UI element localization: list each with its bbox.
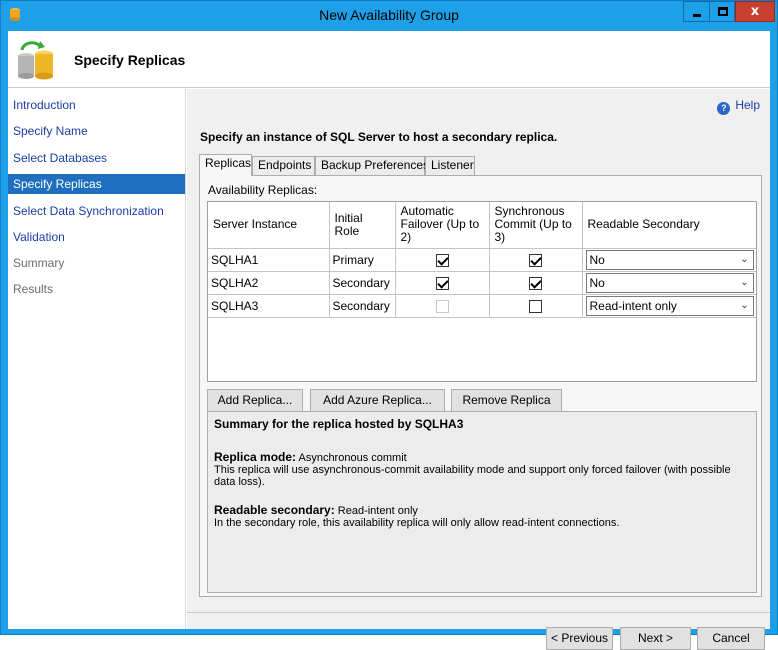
tab-listener[interactable]: Listener xyxy=(425,156,475,175)
sidebar-item-select-databases[interactable]: Select Databases xyxy=(8,148,185,168)
sidebar-item-introduction[interactable]: Introduction xyxy=(8,95,185,115)
readable-secondary-dropdown[interactable]: Read-intent only ⌄ xyxy=(585,295,754,316)
synchronous-commit-checkbox[interactable] xyxy=(529,299,542,313)
remove-replica-button[interactable]: Remove Replica xyxy=(451,389,562,412)
window-title: New Availability Group xyxy=(319,7,459,23)
readable-secondary-value: Read-intent only xyxy=(589,298,677,313)
wizard-main-panel: ? Help Specify an instance of SQL Server … xyxy=(187,89,770,650)
instruction-text: Specify an instance of SQL Server to hos… xyxy=(200,130,558,144)
readable-secondary-description: In the secondary role, this availability… xyxy=(214,517,620,529)
readable-secondary-dropdown[interactable]: No ⌄ xyxy=(585,249,754,270)
server-instance-cell: SQLHA2 xyxy=(208,271,330,295)
sidebar-item-summary: Summary xyxy=(13,256,65,270)
column-header-synchronous-commit[interactable]: Synchronous Commit (Up to 3) xyxy=(489,202,583,249)
wizard-header: Specify Replicas xyxy=(8,31,770,88)
maximize-icon xyxy=(718,7,728,16)
sidebar-item-select-data-synchronization[interactable]: Select Data Synchronization xyxy=(8,201,185,221)
close-icon: x xyxy=(750,4,760,19)
replica-mode-value: Asynchronous commit xyxy=(298,452,407,464)
summary-title: Summary for the replica hosted by SQLHA3 xyxy=(214,417,464,431)
column-header-server-instance[interactable]: Server Instance xyxy=(208,202,330,249)
column-header-automatic-failover[interactable]: Automatic Failover (Up to 2) xyxy=(395,202,490,249)
availability-replicas-label: Availability Replicas: xyxy=(208,183,318,197)
initial-role-cell: Secondary xyxy=(329,294,396,318)
help-link[interactable]: ? Help xyxy=(717,98,760,115)
automatic-failover-checkbox xyxy=(435,299,449,313)
minimize-icon xyxy=(693,14,701,17)
page-title: Specify Replicas xyxy=(74,52,186,68)
app-window: New Availability Group x Specify Replica… xyxy=(0,0,778,650)
chevron-down-icon: ⌄ xyxy=(740,253,749,265)
add-replica-button[interactable]: Add Replica... xyxy=(207,389,303,412)
sidebar-item-specify-replicas[interactable]: Specify Replicas xyxy=(8,174,185,194)
readable-secondary-value: No xyxy=(589,252,605,267)
help-label: Help xyxy=(735,98,760,112)
synchronous-commit-checkbox[interactable] xyxy=(529,276,542,290)
initial-role-cell: Secondary xyxy=(329,271,396,295)
table-row[interactable]: SQLHA2 Secondary No ⌄ xyxy=(208,271,756,295)
wizard-sidebar: Introduction Specify Name Select Databas… xyxy=(8,89,186,629)
readable-secondary-dropdown[interactable]: No ⌄ xyxy=(585,272,754,293)
replicas-grid[interactable]: Server Instance Initial Role Automatic F… xyxy=(207,201,757,382)
replica-mode-label: Replica mode: xyxy=(214,450,297,464)
column-header-readable-secondary[interactable]: Readable Secondary xyxy=(582,202,756,249)
table-row[interactable]: SQLHA3 Secondary Read-intent only ⌄ xyxy=(208,294,756,318)
maximize-button[interactable] xyxy=(709,1,735,22)
column-header-initial-role[interactable]: Initial Role xyxy=(329,202,396,249)
replica-summary-box: Summary for the replica hosted by SQLHA3… xyxy=(207,411,757,593)
next-button[interactable]: Next > xyxy=(620,627,691,650)
wizard-client-area: Specify Replicas Introduction Specify Na… xyxy=(8,31,770,650)
chevron-down-icon: ⌄ xyxy=(740,299,749,311)
add-azure-replica-button[interactable]: Add Azure Replica... xyxy=(310,389,445,412)
server-instance-cell: SQLHA3 xyxy=(208,294,330,318)
server-instance-cell: SQLHA1 xyxy=(208,248,330,272)
synchronous-commit-checkbox[interactable] xyxy=(529,253,542,267)
chevron-down-icon: ⌄ xyxy=(740,276,749,288)
readable-secondary-value: No xyxy=(589,275,605,290)
help-icon: ? xyxy=(717,102,731,115)
automatic-failover-checkbox[interactable] xyxy=(435,253,449,267)
previous-button[interactable]: < Previous xyxy=(546,627,613,650)
replicas-tab-panel: Availability Replicas: Server Instance I… xyxy=(199,175,762,597)
tab-endpoints[interactable]: Endpoints xyxy=(252,156,315,175)
table-row[interactable]: SQLHA1 Primary No ⌄ xyxy=(208,248,756,272)
readable-secondary-summary-value: Read-intent only xyxy=(337,505,418,517)
database-replicas-icon xyxy=(18,41,53,80)
minimize-button[interactable] xyxy=(683,1,709,22)
sidebar-item-results: Results xyxy=(13,282,54,296)
sidebar-item-specify-name[interactable]: Specify Name xyxy=(8,121,185,141)
automatic-failover-checkbox[interactable] xyxy=(435,276,449,290)
tab-replicas[interactable]: Replicas xyxy=(199,154,252,176)
sidebar-item-validation[interactable]: Validation xyxy=(8,227,185,247)
cancel-button[interactable]: Cancel xyxy=(697,627,765,650)
replica-mode-description: This replica will use asynchronous-commi… xyxy=(214,464,731,488)
footer-divider xyxy=(187,612,770,613)
title-bar[interactable]: New Availability Group x xyxy=(1,1,777,30)
readable-secondary-label: Readable secondary: xyxy=(214,503,335,517)
initial-role-cell: Primary xyxy=(329,248,396,272)
tab-backup-preferences[interactable]: Backup Preferences xyxy=(315,156,429,175)
close-button[interactable]: x xyxy=(735,1,775,22)
